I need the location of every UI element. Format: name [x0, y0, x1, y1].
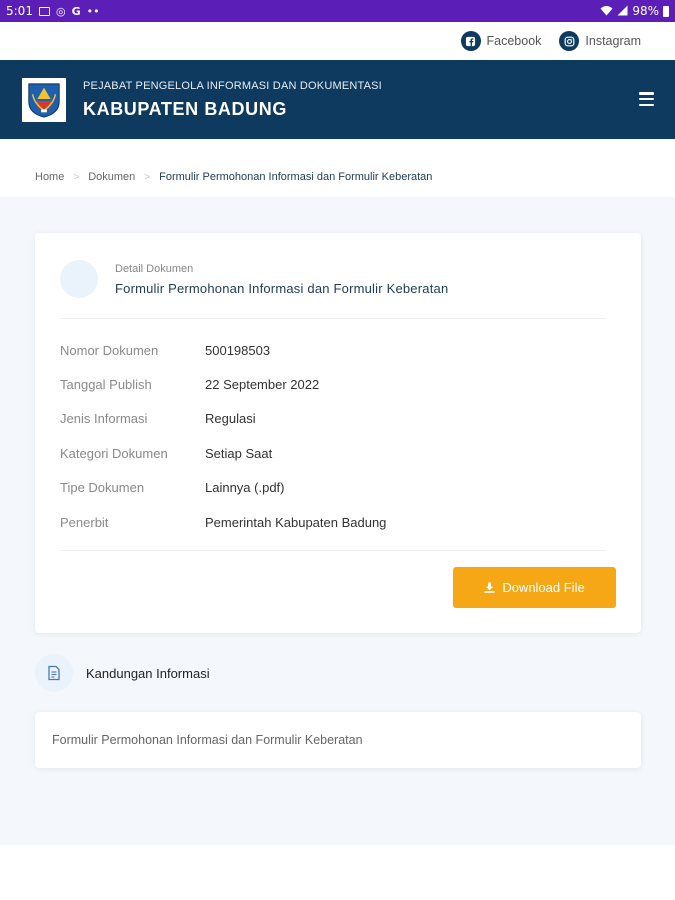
battery-icon [663, 5, 669, 17]
kandungan-header: Kandungan Informasi [35, 653, 641, 693]
instagram-icon [559, 31, 580, 51]
chevron-right-icon: > [73, 171, 80, 183]
header-subtitle: PEJABAT PENGELOLA INFORMASI DAN DOKUMENT… [83, 79, 382, 92]
detail-row-kategori: Kategori Dokumen Setiap Saat [60, 436, 610, 470]
download-label: Download File [502, 580, 585, 595]
header-title: KABUPATEN BADUNG [83, 98, 287, 119]
kandungan-title: Kandungan Informasi [86, 665, 210, 681]
status-bar: 5:01 ◎ G •• 98% [0, 0, 675, 22]
facebook-icon [460, 31, 481, 51]
breadcrumb-dokumen[interactable]: Dokumen [88, 171, 135, 183]
detail-row-tanggal: Tanggal Publish 22 September 2022 [60, 367, 610, 401]
detail-label: Detail Dokumen [115, 263, 194, 275]
instagram-link[interactable]: Instagram [559, 31, 641, 51]
document-detail-card: Detail Dokumen Formulir Permohonan Infor… [35, 233, 641, 633]
detail-value: Pemerintah Kabupaten Badung [205, 514, 387, 530]
detail-key: Jenis Informasi [60, 411, 148, 427]
kabupaten-badung-logo[interactable] [22, 77, 66, 122]
detail-key: Nomor Dokumen [60, 342, 159, 358]
detail-row-tipe: Tipe Dokumen Lainnya (.pdf) [60, 471, 610, 505]
download-file-button[interactable]: Download File [453, 567, 616, 608]
download-icon [484, 582, 495, 593]
hamburger-menu-icon[interactable] [639, 92, 654, 106]
breadcrumb: Home > Dokumen > Formulir Permohonan Inf… [0, 139, 675, 197]
breadcrumb-current: Formulir Permohonan Informasi dan Formul… [159, 171, 433, 183]
detail-value: Regulasi [205, 411, 256, 427]
document-detail-table: Nomor Dokumen 500198503 Tanggal Publish … [60, 333, 610, 539]
divider [60, 318, 606, 319]
facebook-link[interactable]: Facebook [460, 31, 542, 51]
breadcrumb-home[interactable]: Home [35, 171, 64, 183]
badung-emblem-icon [28, 82, 60, 118]
facebook-label: Facebook [486, 34, 542, 48]
signal-icon [617, 5, 628, 18]
detail-key: Tanggal Publish [60, 377, 152, 393]
detail-key: Tipe Dokumen [60, 480, 145, 496]
detail-value: Lainnya (.pdf) [205, 480, 285, 496]
detail-key: Penerbit [60, 514, 109, 530]
detail-row-penerbit: Penerbit Pemerintah Kabupaten Badung [60, 505, 610, 539]
divider [60, 550, 606, 551]
site-header: PEJABAT PENGELOLA INFORMASI DAN DOKUMENT… [0, 60, 675, 139]
more-notifications-icon: •• [86, 4, 100, 18]
instagram-label: Instagram [585, 34, 641, 48]
detail-key: Kategori Dokumen [60, 445, 168, 461]
page-footer-space [0, 845, 675, 900]
detail-value: Setiap Saat [205, 445, 273, 461]
gallery-notification-icon [38, 6, 50, 16]
detail-value: 500198503 [205, 342, 271, 358]
globe-notification-icon: ◎ [55, 4, 66, 18]
google-notification-icon: G [71, 4, 81, 18]
document-edit-icon [35, 654, 73, 692]
social-bar: Facebook Instagram [0, 22, 675, 60]
document-title: Formulir Permohonan Informasi dan Formul… [115, 281, 449, 296]
wifi-icon [600, 5, 613, 18]
battery-percent: 98% [632, 4, 659, 18]
status-time: 5:01 [6, 4, 33, 18]
detail-value: 22 September 2022 [205, 377, 320, 393]
kandungan-content: Formulir Permohonan Informasi dan Formul… [35, 712, 641, 768]
detail-row-nomor: Nomor Dokumen 500198503 [60, 333, 610, 367]
detail-row-jenis: Jenis Informasi Regulasi [60, 402, 610, 436]
document-icon [60, 260, 98, 298]
chevron-right-icon: > [144, 171, 151, 183]
